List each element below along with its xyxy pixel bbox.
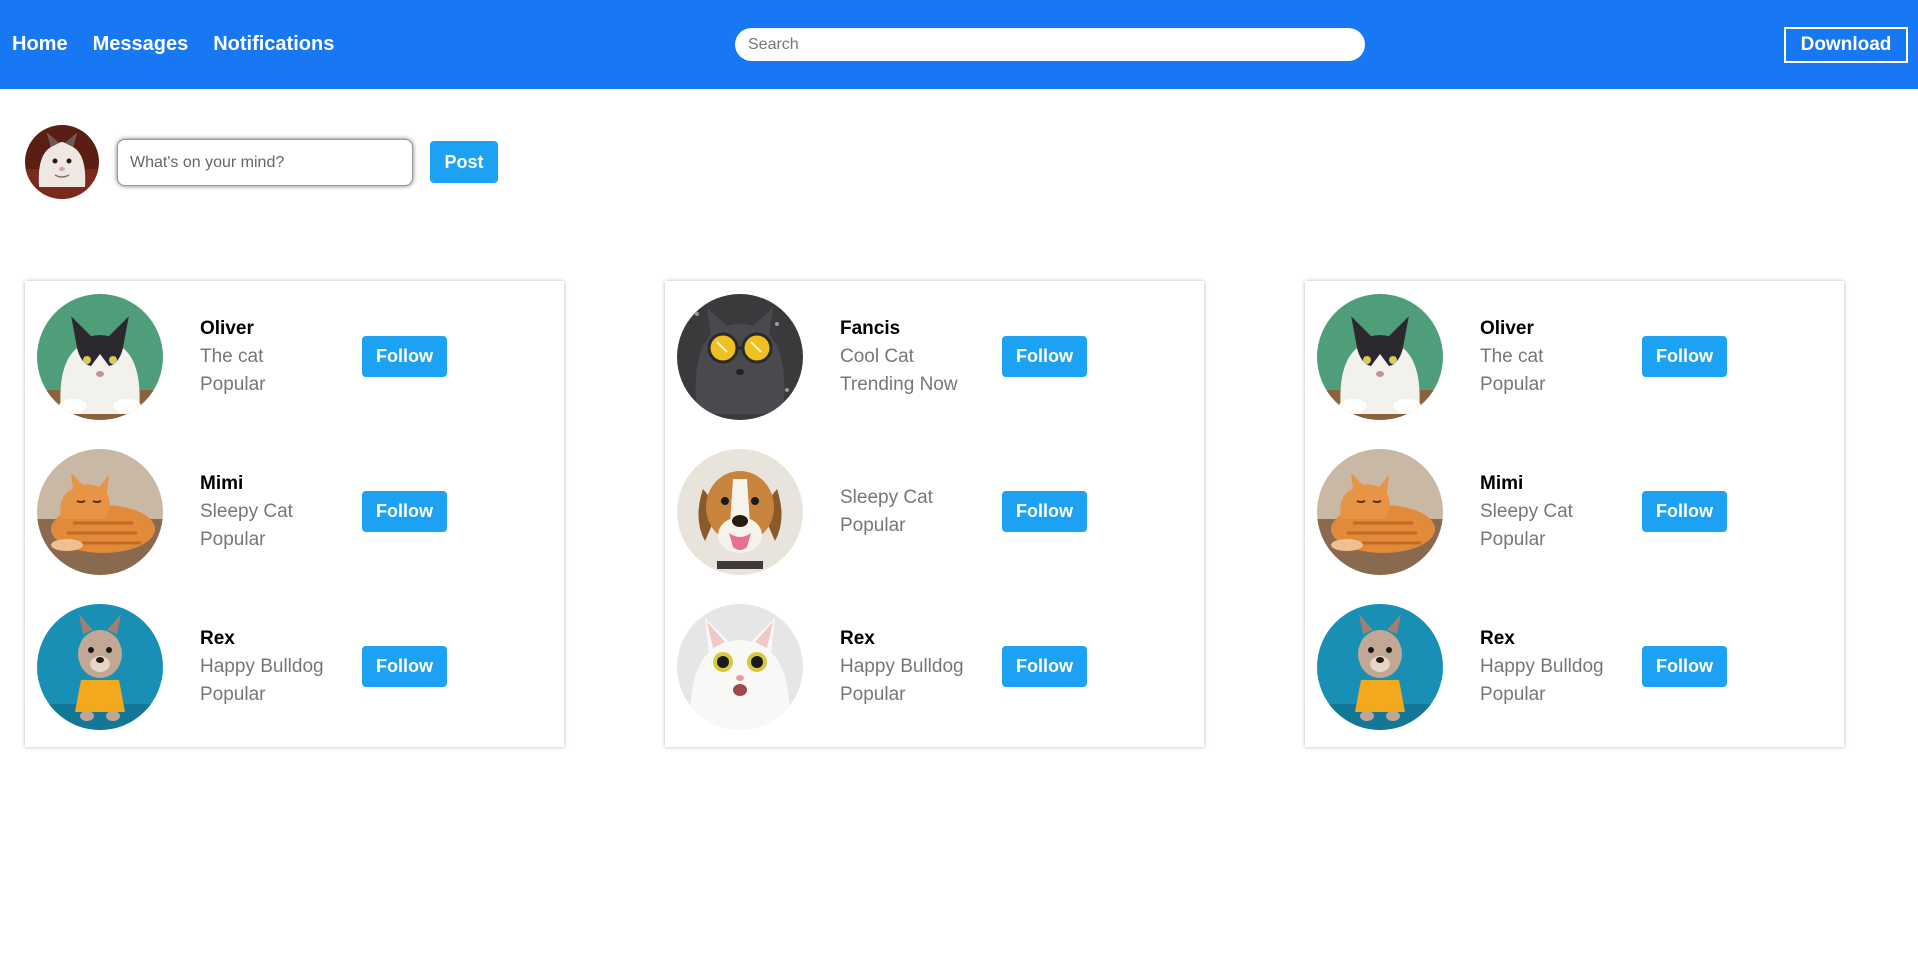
user-avatar[interactable]: [25, 125, 99, 199]
tuxedo-cat-avatar[interactable]: [37, 294, 163, 420]
user-info: Oliver The cat Popular: [1480, 294, 1546, 420]
user-info: Rex Happy Bulldog Popular: [200, 604, 324, 730]
beagle-dog-avatar[interactable]: [677, 449, 803, 575]
user-status: Trending Now: [840, 374, 958, 395]
user-info: Rex Happy Bulldog Popular: [840, 604, 964, 730]
user-name: Oliver: [200, 318, 254, 339]
french-bulldog-avatar[interactable]: [37, 604, 163, 730]
suggestion-card-1: Oliver The cat Popular Follow Mimi Sleep…: [25, 281, 564, 747]
surprised-white-cat-avatar[interactable]: [677, 604, 803, 730]
french-bulldog-avatar[interactable]: [1317, 604, 1443, 730]
user-info: Sleepy Cat Popular: [840, 449, 933, 575]
follow-button[interactable]: Follow: [1002, 336, 1087, 377]
user-description: Sleepy Cat: [200, 501, 293, 522]
user-name: Fancis: [840, 318, 901, 339]
user-description: Cool Cat: [840, 346, 914, 367]
download-button[interactable]: Download: [1784, 27, 1908, 63]
search-input[interactable]: [735, 28, 1365, 61]
main-nav: Home Messages Notifications: [12, 0, 359, 89]
top-navbar: Home Messages Notifications Download: [0, 0, 1918, 89]
user-name: Mimi: [1480, 473, 1524, 494]
suggestion-row: Oliver The cat Popular Follow: [37, 294, 557, 420]
tuxedo-cat-avatar[interactable]: [1317, 294, 1443, 420]
user-name: Rex: [1480, 628, 1515, 649]
user-info: Oliver The cat Popular: [200, 294, 266, 420]
user-status: Popular: [200, 529, 266, 550]
nav-home-link[interactable]: Home: [12, 33, 68, 56]
user-description: Happy Bulldog: [200, 656, 324, 677]
user-description: Sleepy Cat: [1480, 501, 1573, 522]
user-info: Fancis Cool Cat Trending Now: [840, 294, 958, 420]
user-name: Mimi: [200, 473, 244, 494]
orange-tabby-cat-avatar[interactable]: [37, 449, 163, 575]
user-info: Rex Happy Bulldog Popular: [1480, 604, 1604, 730]
suggestion-row: Oliver The cat Popular Follow: [1317, 294, 1837, 420]
user-info: Mimi Sleepy Cat Popular: [200, 449, 293, 575]
user-status: Popular: [1480, 374, 1546, 395]
user-description: Sleepy Cat: [840, 487, 933, 508]
follow-button[interactable]: Follow: [362, 646, 447, 687]
user-status: Popular: [1480, 529, 1546, 550]
status-input[interactable]: [117, 139, 413, 186]
suggestion-row: Fancis Cool Cat Trending Now Follow: [677, 294, 1197, 420]
follow-button[interactable]: Follow: [1642, 336, 1727, 377]
user-info: Mimi Sleepy Cat Popular: [1480, 449, 1573, 575]
suggestion-row: Rex Happy Bulldog Popular Follow: [37, 604, 557, 730]
user-description: The cat: [200, 346, 264, 367]
user-description: Happy Bulldog: [1480, 656, 1604, 677]
follow-button[interactable]: Follow: [1642, 646, 1727, 687]
suggestion-row: Sleepy Cat Popular Follow: [677, 449, 1197, 575]
orange-tabby-cat-avatar[interactable]: [1317, 449, 1443, 575]
user-name: Rex: [840, 628, 875, 649]
nav-notifications-link[interactable]: Notifications: [213, 33, 334, 56]
user-status: Popular: [200, 684, 266, 705]
nav-messages-link[interactable]: Messages: [93, 33, 189, 56]
suggestion-card-2: Fancis Cool Cat Trending Now Follow Slee…: [665, 281, 1204, 747]
suggestion-row: Rex Happy Bulldog Popular Follow: [1317, 604, 1837, 730]
suggestion-row: Rex Happy Bulldog Popular Follow: [677, 604, 1197, 730]
follow-button[interactable]: Follow: [1642, 491, 1727, 532]
user-description: Happy Bulldog: [840, 656, 964, 677]
follow-button[interactable]: Follow: [1002, 646, 1087, 687]
user-status: Popular: [840, 515, 906, 536]
post-button[interactable]: Post: [430, 141, 498, 183]
cat-with-sunglasses-avatar[interactable]: [677, 294, 803, 420]
suggestion-row: Mimi Sleepy Cat Popular Follow: [37, 449, 557, 575]
user-status: Popular: [1480, 684, 1546, 705]
user-name: Oliver: [1480, 318, 1534, 339]
suggestion-card-3: Oliver The cat Popular Follow Mimi Sleep…: [1305, 281, 1844, 747]
follow-button[interactable]: Follow: [362, 336, 447, 377]
suggestion-row: Mimi Sleepy Cat Popular Follow: [1317, 449, 1837, 575]
user-status: Popular: [200, 374, 266, 395]
follow-button[interactable]: Follow: [1002, 491, 1087, 532]
user-name: Rex: [200, 628, 235, 649]
follow-button[interactable]: Follow: [362, 491, 447, 532]
user-description: The cat: [1480, 346, 1544, 367]
user-status: Popular: [840, 684, 906, 705]
